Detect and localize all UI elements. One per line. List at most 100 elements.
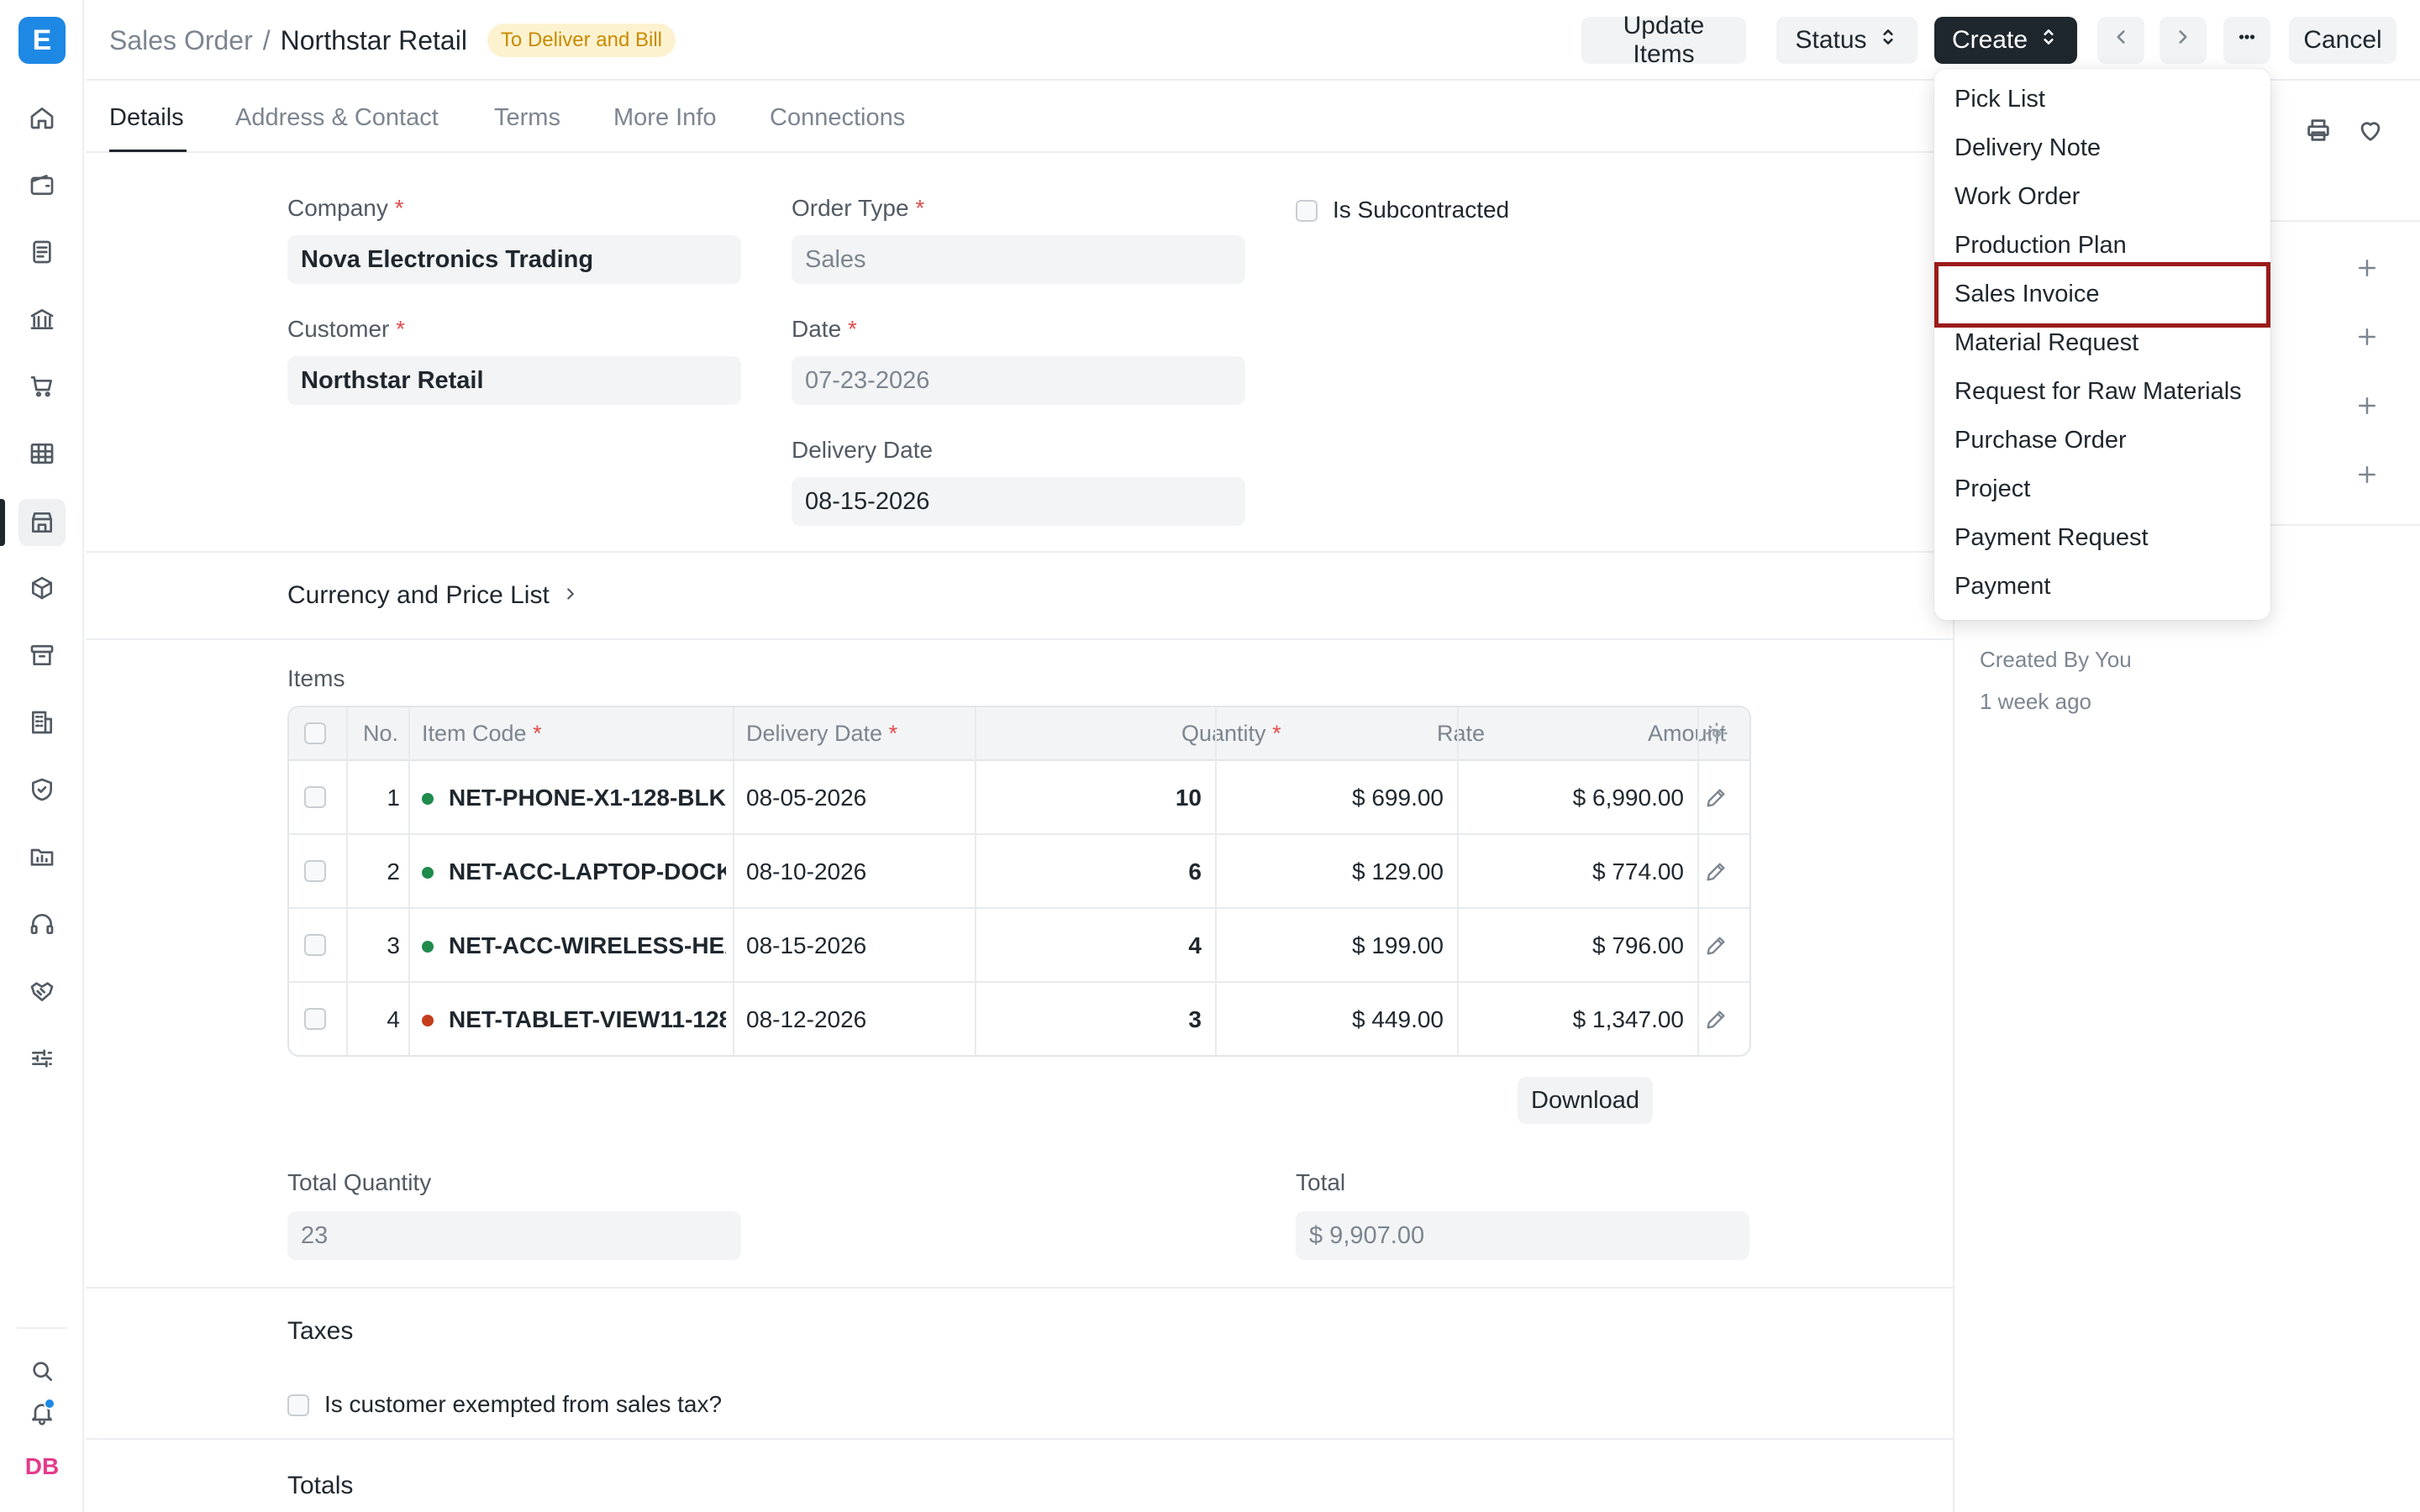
tab-bar: Details Address & Contact Terms More Inf… — [86, 81, 1953, 153]
status-badge: To Deliver and Bill — [487, 24, 676, 57]
chevron-updown-icon — [2038, 26, 2060, 55]
amount-cell: $ 1,347.00 — [1572, 1006, 1684, 1032]
company-field[interactable]: Nova Electronics Trading — [287, 235, 741, 284]
menu-item-request-raw-materials[interactable]: Request for Raw Materials — [1954, 378, 2242, 406]
bell-icon[interactable] — [18, 1389, 66, 1436]
rate-cell[interactable]: $ 199.00 — [1302, 932, 1444, 959]
home-icon[interactable] — [18, 94, 66, 141]
create-button[interactable]: Create — [1934, 17, 2077, 64]
menu-item-project[interactable]: Project — [1954, 475, 2030, 503]
bank-icon[interactable] — [18, 296, 66, 343]
currency-price-list-section[interactable]: Currency and Price List — [287, 581, 580, 610]
menu-item-payment-request[interactable]: Payment Request — [1954, 524, 2149, 552]
heart-icon[interactable] — [2356, 116, 2386, 146]
more-button[interactable] — [2223, 17, 2270, 64]
plus-icon[interactable] — [2354, 393, 2383, 422]
breadcrumb-parent[interactable]: Sales Order — [109, 25, 253, 56]
rate-cell[interactable]: $ 449.00 — [1302, 1006, 1444, 1033]
delivery-date-cell[interactable]: 08-10-2026 — [746, 858, 866, 885]
row-checkbox[interactable] — [304, 860, 326, 882]
table-row[interactable]: 3 NET-ACC-WIRELESS-HEA 08-15-2026 4 $ 19… — [289, 909, 1749, 983]
notification-dot — [44, 1398, 55, 1410]
quantity-cell[interactable]: 6 — [1062, 858, 1202, 885]
edit-icon[interactable] — [1704, 934, 1729, 959]
app-logo[interactable]: E — [18, 17, 66, 64]
select-all-checkbox[interactable] — [304, 722, 326, 744]
cart-icon[interactable] — [18, 363, 66, 410]
rate-cell[interactable]: $ 129.00 — [1302, 858, 1444, 885]
table-row[interactable]: 1 NET-PHONE-X1-128-BLK: 08-05-2026 10 $ … — [289, 761, 1749, 835]
delivery-date-cell[interactable]: 08-15-2026 — [746, 932, 866, 959]
tab-address-contact[interactable]: Address & Contact — [235, 104, 439, 132]
menu-item-pick-list[interactable]: Pick List — [1954, 86, 2045, 113]
tab-connections[interactable]: Connections — [770, 104, 905, 132]
item-code-cell[interactable]: NET-ACC-WIRELESS-HEA — [449, 932, 726, 959]
previous-button[interactable] — [2097, 17, 2144, 64]
printer-icon[interactable] — [2304, 116, 2334, 146]
building-icon[interactable] — [18, 699, 66, 746]
order-type-label: Order Type * — [792, 195, 925, 221]
order-type-field[interactable]: Sales — [792, 235, 1245, 284]
delivery-date-cell[interactable]: 08-05-2026 — [746, 785, 866, 811]
status-button[interactable]: Status — [1776, 17, 1918, 64]
item-status-dot — [422, 793, 434, 805]
search-icon[interactable] — [18, 1347, 66, 1394]
menu-item-delivery-note[interactable]: Delivery Note — [1954, 134, 2101, 162]
cancel-button[interactable]: Cancel — [2289, 17, 2396, 64]
divider — [86, 551, 1953, 553]
menu-item-work-order[interactable]: Work Order — [1954, 183, 2080, 211]
next-button[interactable] — [2160, 17, 2207, 64]
item-code-cell[interactable]: NET-TABLET-VIEW11-128- — [449, 1006, 726, 1033]
row-checkbox[interactable] — [304, 786, 326, 808]
document-icon[interactable] — [18, 228, 66, 276]
is-subcontracted-checkbox[interactable] — [1296, 200, 1318, 222]
sliders-icon[interactable] — [18, 1035, 66, 1082]
date-field[interactable]: 07-23-2026 — [792, 356, 1245, 405]
table-row[interactable]: 4 NET-TABLET-VIEW11-128- 08-12-2026 3 $ … — [289, 983, 1749, 1055]
row-checkbox[interactable] — [304, 934, 326, 956]
edit-icon[interactable] — [1704, 1008, 1729, 1033]
plus-icon[interactable] — [2354, 462, 2383, 491]
wallet-icon[interactable] — [18, 161, 66, 208]
download-button[interactable]: Download — [1518, 1077, 1653, 1124]
delivery-date-cell[interactable]: 08-12-2026 — [746, 1006, 866, 1033]
gear-icon[interactable] — [1704, 721, 1731, 748]
tab-more-info[interactable]: More Info — [613, 104, 717, 132]
edit-icon[interactable] — [1704, 860, 1729, 885]
plus-icon[interactable] — [2354, 255, 2383, 284]
store-icon[interactable] — [18, 499, 66, 546]
avatar[interactable]: DB — [18, 1443, 66, 1490]
menu-item-payment[interactable]: Payment — [1954, 573, 2050, 601]
folder-chart-icon[interactable] — [18, 833, 66, 880]
delivery-date-field[interactable]: 08-15-2026 — [792, 477, 1245, 526]
row-checkbox[interactable] — [304, 1008, 326, 1030]
menu-item-production-plan[interactable]: Production Plan — [1954, 232, 2127, 260]
plus-icon[interactable] — [2354, 324, 2383, 353]
archive-icon[interactable] — [18, 632, 66, 679]
tax-exempt-checkbox[interactable] — [287, 1394, 309, 1416]
table-row[interactable]: 2 NET-ACC-LAPTOP-DOCK 08-10-2026 6 $ 129… — [289, 835, 1749, 909]
quantity-cell[interactable]: 4 — [1062, 932, 1202, 959]
headset-icon[interactable] — [18, 900, 66, 948]
edit-icon[interactable] — [1704, 786, 1729, 811]
menu-item-material-request[interactable]: Material Request — [1954, 329, 2139, 357]
tab-terms[interactable]: Terms — [494, 104, 560, 132]
customer-field[interactable]: Northstar Retail — [287, 356, 741, 405]
row-number: 4 — [387, 1006, 400, 1032]
table-icon[interactable] — [18, 430, 66, 477]
box-icon[interactable] — [18, 564, 66, 612]
quantity-cell[interactable]: 3 — [1062, 1006, 1202, 1033]
rate-cell[interactable]: $ 699.00 — [1302, 785, 1444, 811]
cancel-label: Cancel — [2303, 26, 2382, 54]
quantity-cell[interactable]: 10 — [1062, 785, 1202, 811]
create-label: Create — [1951, 26, 2028, 54]
highlight-box — [1934, 262, 2270, 328]
handshake-icon[interactable] — [18, 968, 66, 1015]
total-quantity-label: Total Quantity — [287, 1169, 432, 1195]
update-items-button[interactable]: Update Items — [1581, 12, 1746, 68]
item-code-cell[interactable]: NET-ACC-LAPTOP-DOCK — [449, 858, 726, 885]
menu-item-purchase-order[interactable]: Purchase Order — [1954, 427, 2127, 454]
shield-icon[interactable] — [18, 766, 66, 813]
tab-details[interactable]: Details — [109, 104, 184, 132]
item-code-cell[interactable]: NET-PHONE-X1-128-BLK: — [449, 785, 726, 811]
